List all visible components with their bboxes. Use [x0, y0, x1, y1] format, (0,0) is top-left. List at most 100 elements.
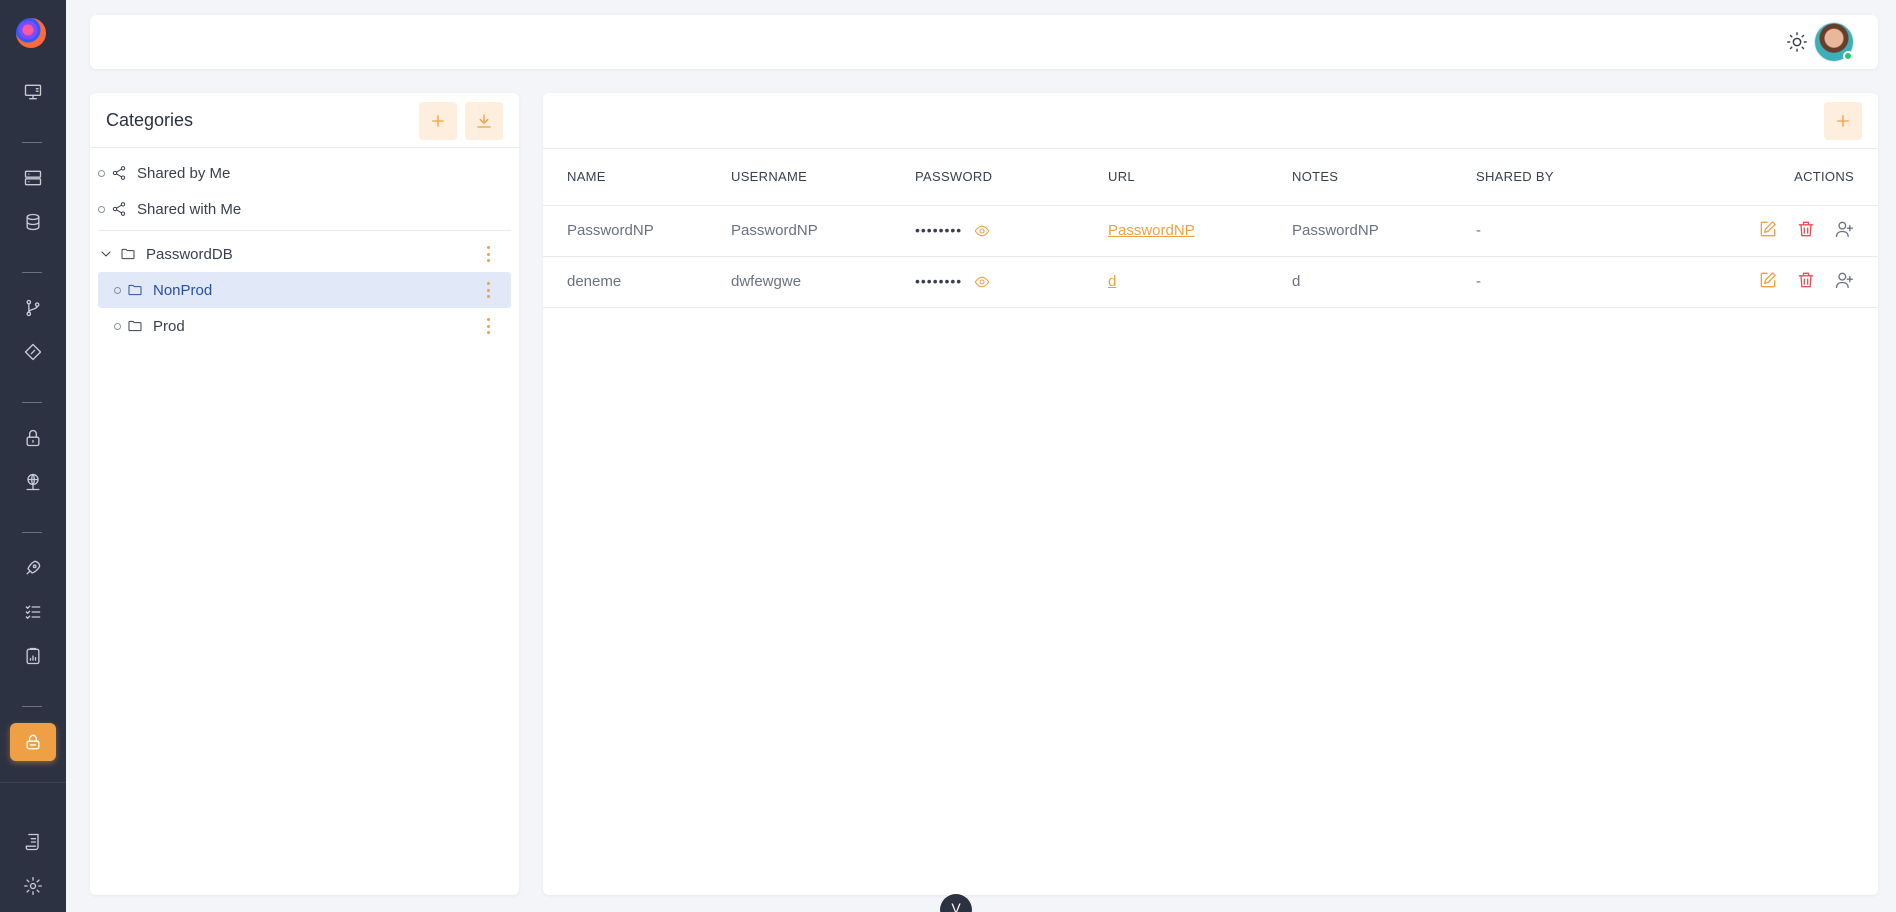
tree-item-shared-by-me[interactable]: Shared by Me — [98, 155, 511, 191]
row-actions — [1758, 219, 1854, 243]
delete-button[interactable] — [1796, 270, 1816, 294]
download-icon — [477, 114, 491, 128]
sidebar-item-deploy[interactable] — [0, 332, 66, 372]
share-user-button[interactable] — [1834, 219, 1854, 243]
url-link[interactable]: d — [1108, 273, 1116, 290]
tree-bullet — [114, 286, 121, 294]
delete-button[interactable] — [1796, 219, 1816, 243]
app-logo[interactable] — [16, 18, 46, 48]
cell-name: deneme — [543, 256, 731, 308]
sidebar-separator — [22, 142, 42, 143]
tree-item-label: PasswordDB — [146, 245, 233, 263]
top-bar — [90, 15, 1878, 69]
bottom-floating-tab[interactable]: V — [940, 894, 972, 912]
sidebar-item-servers[interactable] — [0, 158, 66, 198]
diamond-icon — [24, 343, 42, 361]
tree-item-label: Shared by Me — [137, 164, 231, 182]
sidebar-separator — [22, 402, 42, 403]
more-options-button[interactable] — [487, 318, 491, 334]
chevron-down-icon[interactable] — [98, 245, 116, 263]
sidebar-item-network[interactable] — [0, 462, 66, 502]
edit-icon — [1760, 271, 1776, 287]
eye-icon[interactable] — [974, 274, 990, 290]
tree-bullet — [98, 205, 105, 213]
edit-button[interactable] — [1758, 219, 1778, 243]
sidebar-item-security[interactable] — [0, 418, 66, 458]
column-header-notes[interactable]: NOTES — [1292, 149, 1476, 206]
tree-item-label: Shared with Me — [137, 200, 242, 218]
rocket-icon — [26, 560, 41, 575]
tree-item-prod[interactable]: Prod — [98, 308, 511, 344]
cell-shared-by: - — [1476, 205, 1676, 257]
sidebar-item-logs[interactable] — [0, 822, 66, 862]
clipboard-icon — [26, 647, 40, 665]
categories-title: Categories — [106, 110, 194, 130]
git-branch-icon — [26, 299, 40, 317]
add-user-icon — [1835, 272, 1853, 288]
column-header-username[interactable]: USERNAME — [731, 149, 915, 206]
lock-icon — [26, 429, 40, 447]
sidebar-item-tasks[interactable] — [0, 592, 66, 632]
column-header-name[interactable]: NAME — [543, 149, 731, 206]
trash-icon — [1798, 221, 1814, 236]
edit-icon — [1760, 220, 1776, 236]
sun-icon — [1787, 32, 1807, 52]
gear-icon — [24, 877, 42, 895]
user-avatar[interactable] — [1814, 22, 1854, 62]
tree-item-nonprod[interactable]: NonProd — [98, 272, 511, 308]
more-options-button[interactable] — [487, 246, 491, 262]
theme-toggle-button[interactable] — [1786, 31, 1808, 53]
share-icon — [111, 200, 129, 218]
more-options-button[interactable] — [487, 282, 491, 298]
table-header-row: NAME USERNAME PASSWORD URL NOTES SHARED … — [543, 149, 1878, 206]
cell-password: •••••••• — [915, 256, 1108, 308]
folder-icon — [120, 245, 138, 263]
passwords-header — [543, 93, 1878, 149]
folder-icon — [127, 317, 145, 335]
desktop-icon — [24, 84, 42, 100]
cell-url: d — [1108, 256, 1292, 308]
trash-icon — [1798, 272, 1814, 287]
server-icon — [24, 170, 42, 186]
checklist-icon — [25, 605, 41, 619]
share-user-button[interactable] — [1834, 270, 1854, 294]
cell-actions — [1676, 205, 1878, 257]
sidebar-item-database[interactable] — [0, 202, 66, 242]
sidebar-item-desktop[interactable] — [0, 72, 66, 112]
sidebar-separator — [22, 706, 42, 707]
cell-shared-by: - — [1476, 256, 1676, 308]
add-password-button[interactable] — [1824, 102, 1862, 140]
sidebar-separator — [0, 782, 66, 783]
cell-username: dwfewgwe — [731, 256, 915, 308]
passwords-panel: NAME USERNAME PASSWORD URL NOTES SHARED … — [543, 93, 1878, 895]
add-category-button[interactable] — [419, 102, 457, 140]
sidebar-item-reports[interactable] — [0, 636, 66, 676]
password-mask: •••••••• — [915, 221, 963, 238]
column-header-password[interactable]: PASSWORD — [915, 149, 1108, 206]
sidebar-item-passwords[interactable] — [0, 722, 66, 762]
tree-item-passworddb[interactable]: PasswordDB — [98, 236, 511, 272]
sidebar-item-settings[interactable] — [0, 866, 66, 906]
tree-divider — [98, 230, 511, 231]
cell-notes: PasswordNP — [1292, 205, 1476, 257]
table-row: PasswordNP PasswordNP •••••••• PasswordN… — [543, 205, 1878, 257]
download-button[interactable] — [465, 102, 503, 140]
database-icon — [26, 213, 40, 231]
sidebar-item-git[interactable] — [0, 288, 66, 328]
tree-item-shared-with-me[interactable]: Shared with Me — [98, 191, 511, 227]
passwords-table: NAME USERNAME PASSWORD URL NOTES SHARED … — [543, 149, 1878, 308]
report-icon — [25, 833, 39, 851]
column-header-shared-by[interactable]: SHARED BY — [1476, 149, 1676, 206]
globe-network-icon — [26, 473, 40, 491]
share-icon — [111, 164, 129, 182]
categories-panel: Categories Shared by Me Shared with Me P… — [90, 93, 519, 895]
active-indicator — [10, 723, 56, 761]
edit-button[interactable] — [1758, 270, 1778, 294]
plus-icon — [1837, 115, 1849, 127]
password-vault-icon — [26, 734, 40, 750]
column-header-url[interactable]: URL — [1108, 149, 1292, 206]
sidebar-item-rocket[interactable] — [0, 548, 66, 588]
url-link[interactable]: PasswordNP — [1108, 222, 1195, 239]
sidebar-separator — [22, 272, 42, 273]
eye-icon[interactable] — [974, 223, 990, 239]
